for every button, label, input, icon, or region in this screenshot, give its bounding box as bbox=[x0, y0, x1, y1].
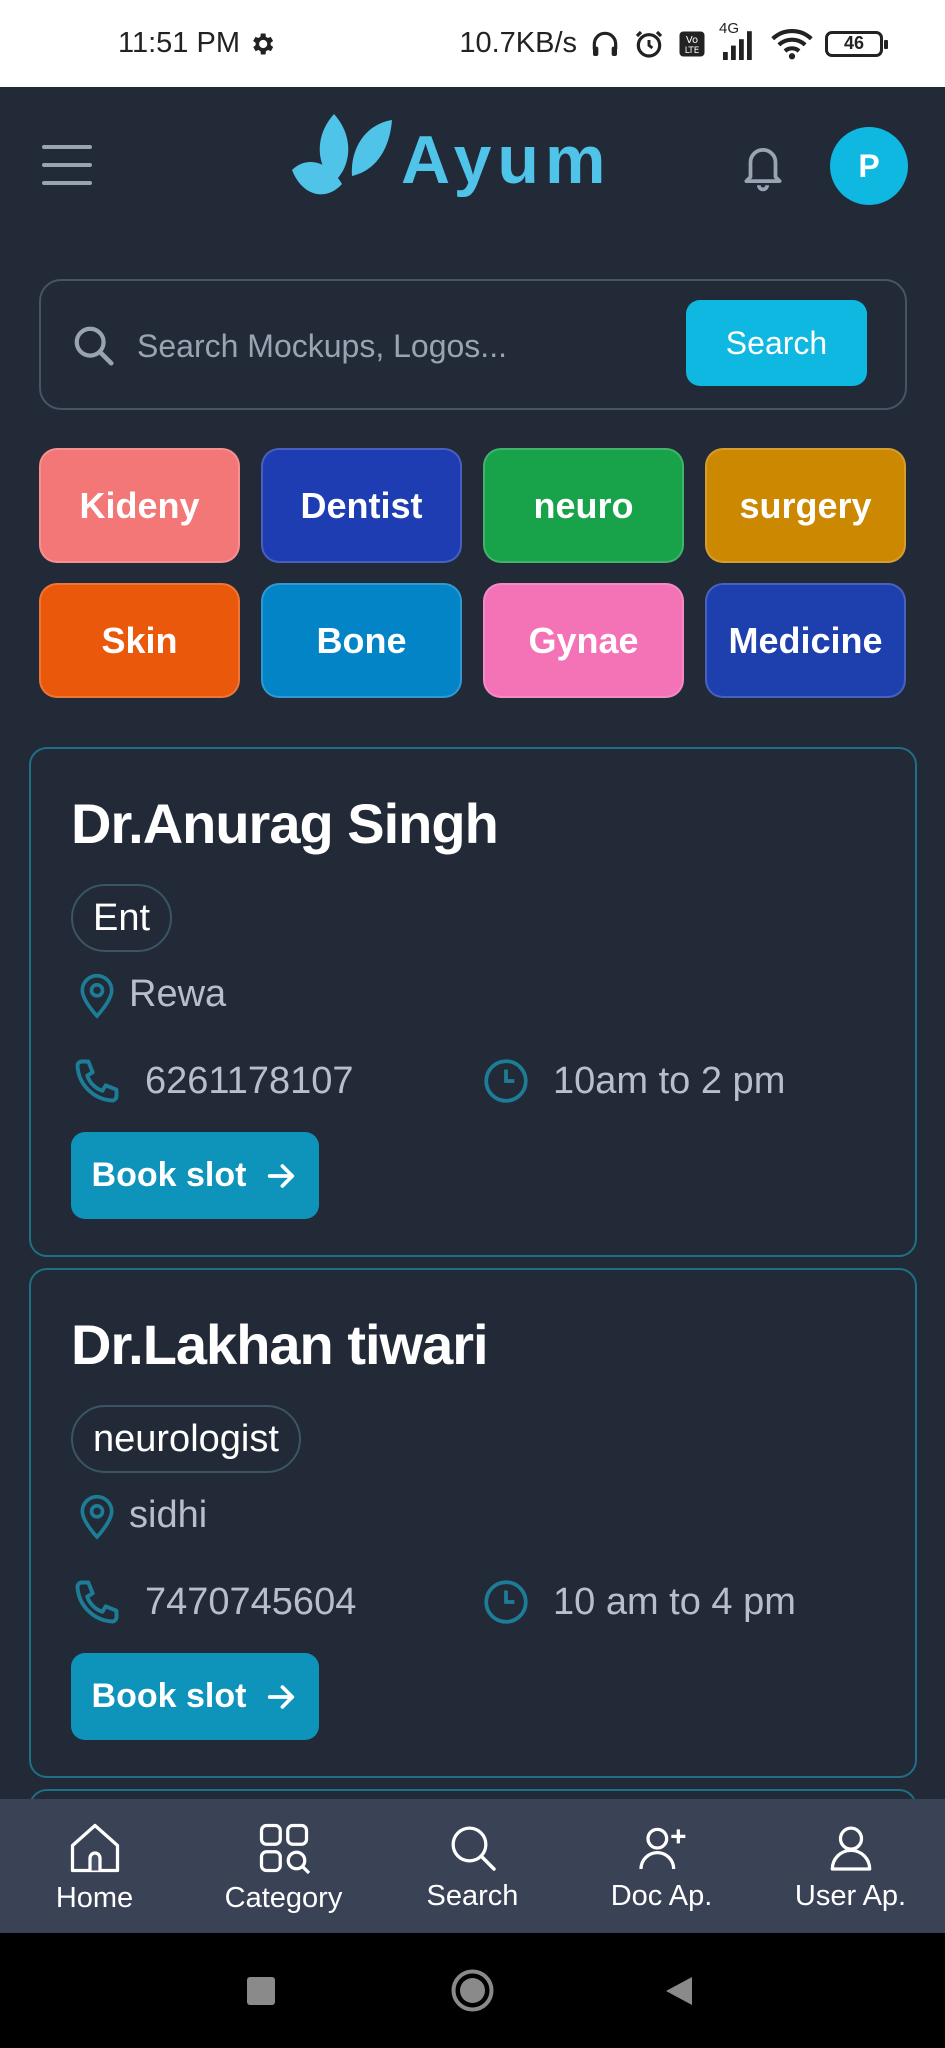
battery-icon: 46 bbox=[825, 30, 888, 57]
nav-doc-appointments[interactable]: Doc Ap. bbox=[567, 1799, 756, 1933]
nav-search[interactable]: Search bbox=[378, 1799, 567, 1933]
home-icon bbox=[70, 1823, 119, 1872]
system-navigation-bar bbox=[0, 1933, 945, 2048]
status-right: 10.7KB/s Vo LTE 4G 46 bbox=[459, 0, 888, 87]
leaf-logo-icon bbox=[292, 114, 392, 195]
add-user-icon bbox=[638, 1827, 685, 1869]
doctor-name: Dr.Lakhan tiwari bbox=[71, 1313, 489, 1376]
search-icon bbox=[451, 1826, 496, 1871]
arrow-right-icon bbox=[268, 1684, 295, 1709]
wifi-icon bbox=[771, 28, 813, 59]
volte-icon: VoLTE bbox=[679, 31, 705, 56]
status-time: 11:51 PM bbox=[118, 27, 240, 59]
hamburger-menu-icon[interactable] bbox=[42, 145, 92, 185]
doctor-name: Dr.Anurag Singh bbox=[71, 792, 499, 855]
category-grid: Kideny Dentist neuro surgery Skin Bone G… bbox=[39, 448, 907, 698]
bell-icon[interactable] bbox=[738, 139, 788, 194]
home-button-icon[interactable] bbox=[450, 1968, 495, 2013]
phone-row: 7470745604 bbox=[71, 1572, 356, 1632]
search-bar: Search bbox=[39, 279, 907, 410]
doctor-card: Dr.Anurag Singh Ent Rewa 6261178107 10am… bbox=[29, 747, 917, 1257]
alarm-icon bbox=[635, 30, 663, 58]
nav-category[interactable]: Category bbox=[189, 1799, 378, 1933]
doctor-phone: 6261178107 bbox=[145, 1059, 354, 1102]
clock-icon bbox=[484, 1059, 528, 1103]
search-input[interactable] bbox=[137, 311, 717, 381]
doctor-phone: 7470745604 bbox=[145, 1580, 357, 1623]
headphones-icon bbox=[592, 31, 618, 56]
battery-level: 46 bbox=[843, 33, 865, 53]
specialty-tag: Ent bbox=[71, 884, 173, 952]
svg-text:Vo: Vo bbox=[686, 34, 698, 45]
arrow-right-icon bbox=[268, 1163, 295, 1188]
doctor-location: sidhi bbox=[129, 1493, 208, 1536]
network-type: 4G bbox=[719, 20, 759, 60]
phone-icon bbox=[75, 1580, 119, 1624]
app-name: Ayum bbox=[401, 122, 612, 198]
app-logo: Ayum bbox=[290, 105, 611, 215]
specialty-tag: neurologist bbox=[71, 1405, 301, 1473]
phone-row: 6261178107 bbox=[71, 1051, 354, 1111]
doctor-location: Rewa bbox=[129, 972, 227, 1015]
bottom-navigation: Home Category Search Doc Ap. User Ap. bbox=[0, 1799, 945, 1933]
settings-icon bbox=[253, 33, 274, 54]
category-dentist[interactable]: Dentist bbox=[261, 448, 462, 563]
doctor-hours: 10am to 2 pm bbox=[553, 1059, 786, 1102]
category-medicine[interactable]: Medicine bbox=[705, 583, 906, 698]
back-icon[interactable] bbox=[664, 1975, 694, 2007]
category-surgery[interactable]: surgery bbox=[705, 448, 906, 563]
location-pin-icon bbox=[80, 973, 114, 1019]
doctor-card: Dr.Lakhan tiwari neurologist sidhi 74707… bbox=[29, 1268, 917, 1778]
network-speed: 10.7KB/s bbox=[459, 27, 577, 59]
nav-user-appointments[interactable]: User Ap. bbox=[756, 1799, 945, 1933]
clock-icon bbox=[484, 1580, 528, 1624]
app-header: Ayum P bbox=[0, 87, 945, 242]
hours-row: 10 am to 4 pm bbox=[481, 1572, 796, 1632]
book-slot-button[interactable]: Book slot bbox=[71, 1653, 319, 1740]
user-icon bbox=[830, 1826, 871, 1871]
location-row: Rewa bbox=[75, 964, 226, 1024]
category-bone[interactable]: Bone bbox=[261, 583, 462, 698]
category-skin[interactable]: Skin bbox=[39, 583, 240, 698]
category-neuro[interactable]: neuro bbox=[483, 448, 684, 563]
category-gynae[interactable]: Gynae bbox=[483, 583, 684, 698]
doctor-hours: 10 am to 4 pm bbox=[553, 1580, 796, 1623]
svg-text:LTE: LTE bbox=[685, 45, 700, 55]
search-icon bbox=[74, 326, 114, 366]
phone-icon bbox=[75, 1059, 119, 1103]
hours-row: 10am to 2 pm bbox=[481, 1051, 785, 1111]
nav-home[interactable]: Home bbox=[0, 1799, 189, 1933]
status-bar: 11:51 PM 10.7KB/s Vo LTE 4G 46 bbox=[0, 0, 945, 87]
category-icon bbox=[259, 1823, 310, 1874]
avatar[interactable]: P bbox=[830, 127, 908, 205]
search-button[interactable]: Search bbox=[686, 300, 867, 386]
avatar-initial: P bbox=[858, 147, 880, 184]
recent-apps-icon[interactable] bbox=[246, 1976, 276, 2006]
status-left: 11:51 PM bbox=[118, 0, 276, 87]
location-pin-icon bbox=[80, 1494, 114, 1540]
book-slot-button[interactable]: Book slot bbox=[71, 1132, 319, 1219]
category-kideny[interactable]: Kideny bbox=[39, 448, 240, 563]
location-row: sidhi bbox=[75, 1485, 207, 1545]
